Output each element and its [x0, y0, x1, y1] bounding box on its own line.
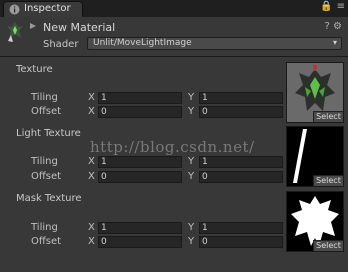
axis-y-label: Y — [188, 106, 195, 117]
tab-inspector[interactable]: Inspector — [3, 1, 83, 17]
select-button[interactable]: Select — [313, 240, 343, 251]
mask-texture-thumbnail[interactable]: Select — [286, 191, 344, 252]
tiling-label: Tiling — [31, 156, 58, 167]
axis-y-label: Y — [188, 222, 195, 233]
foldout-icon[interactable] — [29, 22, 37, 30]
offset-x-field[interactable]: 0 — [98, 106, 182, 118]
menu-icon[interactable]: ≡ — [337, 1, 345, 12]
offset-y-field[interactable]: 0 — [199, 236, 283, 248]
axis-y-label: Y — [188, 92, 195, 103]
shader-value: Unlit/MoveLightImage — [93, 38, 192, 48]
tiling-x-field[interactable]: 1 — [98, 156, 182, 168]
tiling-y-field[interactable]: 1 — [199, 92, 283, 104]
property-title: Mask Texture — [16, 193, 82, 204]
offset-label: Offset — [31, 171, 62, 182]
tiling-y-field[interactable]: 1 — [199, 156, 283, 168]
header-icons: ? ⚙ — [325, 21, 342, 32]
axis-x-label: X — [88, 236, 95, 247]
material-name: New Material — [43, 21, 116, 34]
axis-x-label: X — [88, 222, 95, 233]
material-properties: Texture Tiling X 1 Y 1 Offset X 0 Y 0 Se… — [0, 57, 348, 272]
property-title: Light Texture — [16, 128, 81, 139]
help-icon[interactable]: ? — [325, 21, 330, 32]
axis-y-label: Y — [188, 171, 195, 182]
offset-x-field[interactable]: 0 — [98, 171, 182, 183]
tiling-x-field[interactable]: 1 — [98, 222, 182, 234]
offset-y-field[interactable]: 0 — [199, 106, 283, 118]
axis-y-label: Y — [188, 156, 195, 167]
shader-dropdown[interactable]: Unlit/MoveLightImage ▾ — [87, 37, 342, 50]
tiling-label: Tiling — [31, 92, 58, 103]
axis-x-label: X — [88, 106, 95, 117]
offset-label: Offset — [31, 236, 62, 247]
axis-x-label: X — [88, 92, 95, 103]
tiling-y-field[interactable]: 1 — [199, 222, 283, 234]
property-title: Texture — [16, 64, 53, 75]
offset-y-field[interactable]: 0 — [199, 171, 283, 183]
texture-thumbnail[interactable]: Select — [286, 62, 344, 123]
tiling-x-field[interactable]: 1 — [98, 92, 182, 104]
material-header: New Material ? ⚙ Shader Unlit/MoveLightI… — [0, 17, 348, 57]
offset-x-field[interactable]: 0 — [98, 236, 182, 248]
offset-label: Offset — [31, 106, 62, 117]
chevron-down-icon: ▾ — [332, 38, 337, 47]
shader-label: Shader — [43, 39, 79, 50]
watermark: http://blog.csdn.net/ — [90, 138, 255, 156]
axis-x-label: X — [88, 171, 95, 182]
axis-x-label: X — [88, 156, 95, 167]
material-thumbnail — [7, 22, 23, 42]
info-icon — [9, 4, 20, 15]
settings-icon[interactable]: ⚙ — [333, 21, 342, 32]
lock-icon[interactable]: 🔒 — [320, 1, 332, 12]
select-button[interactable]: Select — [313, 175, 343, 186]
tab-label: Inspector — [24, 3, 71, 14]
light-texture-thumbnail[interactable]: Select — [286, 126, 344, 187]
axis-y-label: Y — [188, 236, 195, 247]
tab-bar: Inspector 🔒 ≡ — [0, 0, 348, 17]
select-button[interactable]: Select — [313, 111, 343, 122]
tiling-label: Tiling — [31, 222, 58, 233]
window-controls: 🔒 ≡ — [316, 1, 345, 16]
